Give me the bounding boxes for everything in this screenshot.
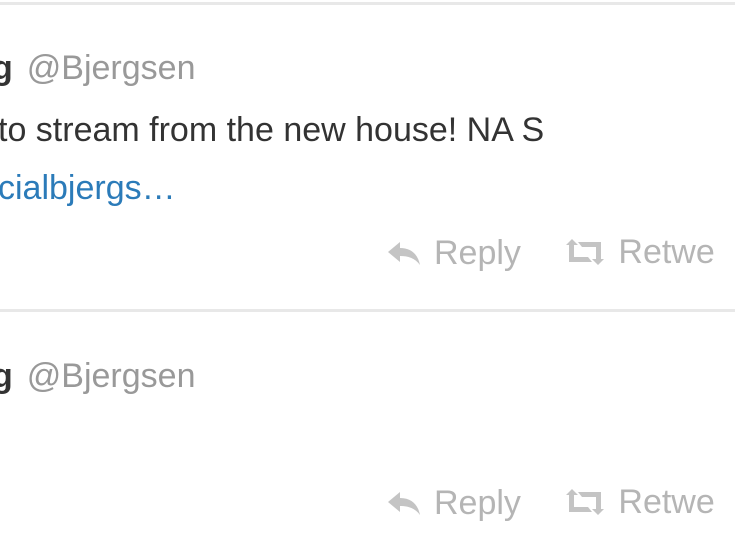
tweet-header: g @Bjergsen <box>0 356 196 396</box>
retweet-button[interactable]: Retwe <box>564 482 715 522</box>
tweet-actions: Reply Retwe <box>386 482 715 526</box>
tweet-timeline: g @Bjergsen to stream from the new house!… <box>0 0 735 550</box>
reply-button[interactable]: Reply <box>386 483 521 523</box>
reply-arrow-icon <box>388 492 420 515</box>
reply-label: Reply <box>434 484 521 522</box>
retweet-icon <box>566 489 605 515</box>
retweet-label: Retwe <box>618 483 715 521</box>
username-handle[interactable]: @Bjergsen <box>27 357 196 395</box>
display-name[interactable]: g <box>0 357 13 395</box>
tweet-item[interactable]: g @Bjergsen Reply Retwe <box>0 0 735 550</box>
